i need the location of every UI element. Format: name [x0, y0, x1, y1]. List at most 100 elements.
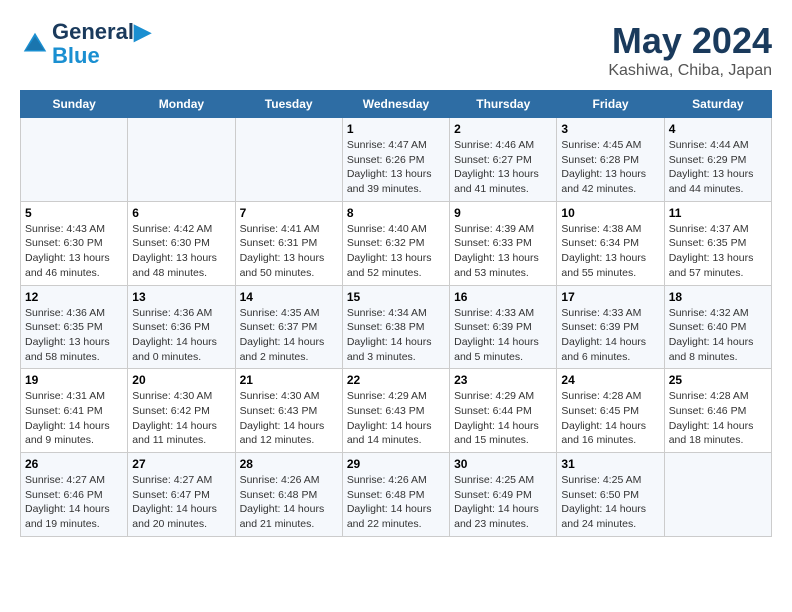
day-info: Sunrise: 4:34 AMSunset: 6:38 PMDaylight:…	[347, 306, 445, 365]
calendar-cell: 19 Sunrise: 4:31 AMSunset: 6:41 PMDayligh…	[21, 369, 128, 453]
day-info: Sunrise: 4:31 AMSunset: 6:41 PMDaylight:…	[25, 389, 123, 448]
calendar-week-row: 12 Sunrise: 4:36 AMSunset: 6:35 PMDayligh…	[21, 285, 772, 369]
day-number: 28	[240, 457, 338, 471]
calendar-cell: 8 Sunrise: 4:40 AMSunset: 6:32 PMDaylight…	[342, 201, 449, 285]
calendar-cell: 7 Sunrise: 4:41 AMSunset: 6:31 PMDaylight…	[235, 201, 342, 285]
day-info: Sunrise: 4:25 AMSunset: 6:50 PMDaylight:…	[561, 473, 659, 532]
calendar-cell: 12 Sunrise: 4:36 AMSunset: 6:35 PMDayligh…	[21, 285, 128, 369]
day-number: 26	[25, 457, 123, 471]
day-info: Sunrise: 4:33 AMSunset: 6:39 PMDaylight:…	[561, 306, 659, 365]
page-header: General▶ Blue May 2024 Kashiwa, Chiba, J…	[20, 20, 772, 80]
calendar-cell: 27 Sunrise: 4:27 AMSunset: 6:47 PMDayligh…	[128, 453, 235, 537]
day-info: Sunrise: 4:36 AMSunset: 6:35 PMDaylight:…	[25, 306, 123, 365]
calendar-cell: 5 Sunrise: 4:43 AMSunset: 6:30 PMDaylight…	[21, 201, 128, 285]
day-info: Sunrise: 4:26 AMSunset: 6:48 PMDaylight:…	[240, 473, 338, 532]
day-number: 17	[561, 290, 659, 304]
day-number: 14	[240, 290, 338, 304]
weekday-header: Friday	[557, 91, 664, 118]
day-info: Sunrise: 4:33 AMSunset: 6:39 PMDaylight:…	[454, 306, 552, 365]
day-number: 20	[132, 373, 230, 387]
calendar-cell: 31Sunrise: 4:25 AMSunset: 6:50 PMDayligh…	[557, 453, 664, 537]
day-number: 9	[454, 206, 552, 220]
calendar-cell: 13 Sunrise: 4:36 AMSunset: 6:36 PMDayligh…	[128, 285, 235, 369]
weekday-header: Saturday	[664, 91, 771, 118]
weekday-header: Thursday	[450, 91, 557, 118]
calendar-cell: 6 Sunrise: 4:42 AMSunset: 6:30 PMDaylight…	[128, 201, 235, 285]
day-number: 29	[347, 457, 445, 471]
day-number: 21	[240, 373, 338, 387]
calendar-cell: 18 Sunrise: 4:32 AMSunset: 6:40 PMDayligh…	[664, 285, 771, 369]
calendar-header: SundayMondayTuesdayWednesdayThursdayFrid…	[21, 91, 772, 118]
calendar-week-row: 1 Sunrise: 4:47 AMSunset: 6:26 PMDaylight…	[21, 118, 772, 202]
calendar-cell: 1 Sunrise: 4:47 AMSunset: 6:26 PMDaylight…	[342, 118, 449, 202]
weekday-header: Sunday	[21, 91, 128, 118]
day-number: 27	[132, 457, 230, 471]
day-info: Sunrise: 4:39 AMSunset: 6:33 PMDaylight:…	[454, 222, 552, 281]
calendar-table: SundayMondayTuesdayWednesdayThursdayFrid…	[20, 90, 772, 537]
day-number: 19	[25, 373, 123, 387]
calendar-cell: 3 Sunrise: 4:45 AMSunset: 6:28 PMDaylight…	[557, 118, 664, 202]
day-info: Sunrise: 4:47 AMSunset: 6:26 PMDaylight:…	[347, 138, 445, 197]
calendar-cell: 29 Sunrise: 4:26 AMSunset: 6:48 PMDayligh…	[342, 453, 449, 537]
day-info: Sunrise: 4:32 AMSunset: 6:40 PMDaylight:…	[669, 306, 767, 365]
day-info: Sunrise: 4:27 AMSunset: 6:46 PMDaylight:…	[25, 473, 123, 532]
weekday-header: Tuesday	[235, 91, 342, 118]
day-number: 13	[132, 290, 230, 304]
calendar-week-row: 26 Sunrise: 4:27 AMSunset: 6:46 PMDayligh…	[21, 453, 772, 537]
logo-text: General▶ Blue	[52, 20, 151, 68]
day-info: Sunrise: 4:40 AMSunset: 6:32 PMDaylight:…	[347, 222, 445, 281]
weekday-header: Wednesday	[342, 91, 449, 118]
day-number: 23	[454, 373, 552, 387]
header-row: SundayMondayTuesdayWednesdayThursdayFrid…	[21, 91, 772, 118]
month-title: May 2024	[608, 20, 772, 62]
day-number: 3	[561, 122, 659, 136]
day-info: Sunrise: 4:37 AMSunset: 6:35 PMDaylight:…	[669, 222, 767, 281]
day-number: 5	[25, 206, 123, 220]
day-number: 4	[669, 122, 767, 136]
calendar-cell: 22Sunrise: 4:29 AMSunset: 6:43 PMDayligh…	[342, 369, 449, 453]
weekday-header: Monday	[128, 91, 235, 118]
day-info: Sunrise: 4:26 AMSunset: 6:48 PMDaylight:…	[347, 473, 445, 532]
day-info: Sunrise: 4:28 AMSunset: 6:45 PMDaylight:…	[561, 389, 659, 448]
calendar-body: 1 Sunrise: 4:47 AMSunset: 6:26 PMDaylight…	[21, 118, 772, 537]
day-info: Sunrise: 4:27 AMSunset: 6:47 PMDaylight:…	[132, 473, 230, 532]
day-info: Sunrise: 4:41 AMSunset: 6:31 PMDaylight:…	[240, 222, 338, 281]
day-info: Sunrise: 4:36 AMSunset: 6:36 PMDaylight:…	[132, 306, 230, 365]
day-number: 6	[132, 206, 230, 220]
logo: General▶ Blue	[20, 20, 151, 68]
day-info: Sunrise: 4:38 AMSunset: 6:34 PMDaylight:…	[561, 222, 659, 281]
day-info: Sunrise: 4:28 AMSunset: 6:46 PMDaylight:…	[669, 389, 767, 448]
calendar-cell	[235, 118, 342, 202]
day-number: 2	[454, 122, 552, 136]
calendar-cell	[664, 453, 771, 537]
day-number: 7	[240, 206, 338, 220]
calendar-cell: 17 Sunrise: 4:33 AMSunset: 6:39 PMDayligh…	[557, 285, 664, 369]
title-block: May 2024 Kashiwa, Chiba, Japan	[608, 20, 772, 80]
calendar-cell: 21 Sunrise: 4:30 AMSunset: 6:43 PMDayligh…	[235, 369, 342, 453]
calendar-cell: 11Sunrise: 4:37 AMSunset: 6:35 PMDayligh…	[664, 201, 771, 285]
day-number: 16	[454, 290, 552, 304]
day-number: 30	[454, 457, 552, 471]
calendar-cell: 24 Sunrise: 4:28 AMSunset: 6:45 PMDayligh…	[557, 369, 664, 453]
day-info: Sunrise: 4:35 AMSunset: 6:37 PMDaylight:…	[240, 306, 338, 365]
calendar-cell: 9 Sunrise: 4:39 AMSunset: 6:33 PMDaylight…	[450, 201, 557, 285]
day-info: Sunrise: 4:42 AMSunset: 6:30 PMDaylight:…	[132, 222, 230, 281]
day-number: 12	[25, 290, 123, 304]
calendar-cell: 10 Sunrise: 4:38 AMSunset: 6:34 PMDayligh…	[557, 201, 664, 285]
calendar-cell: 30Sunrise: 4:25 AMSunset: 6:49 PMDayligh…	[450, 453, 557, 537]
calendar-cell: 25Sunrise: 4:28 AMSunset: 6:46 PMDayligh…	[664, 369, 771, 453]
day-number: 10	[561, 206, 659, 220]
day-info: Sunrise: 4:29 AMSunset: 6:44 PMDaylight:…	[454, 389, 552, 448]
day-number: 1	[347, 122, 445, 136]
calendar-cell	[21, 118, 128, 202]
day-number: 15	[347, 290, 445, 304]
day-number: 8	[347, 206, 445, 220]
day-number: 18	[669, 290, 767, 304]
day-info: Sunrise: 4:45 AMSunset: 6:28 PMDaylight:…	[561, 138, 659, 197]
calendar-week-row: 19 Sunrise: 4:31 AMSunset: 6:41 PMDayligh…	[21, 369, 772, 453]
logo-icon	[20, 29, 50, 59]
day-info: Sunrise: 4:43 AMSunset: 6:30 PMDaylight:…	[25, 222, 123, 281]
day-info: Sunrise: 4:30 AMSunset: 6:43 PMDaylight:…	[240, 389, 338, 448]
day-info: Sunrise: 4:30 AMSunset: 6:42 PMDaylight:…	[132, 389, 230, 448]
day-number: 24	[561, 373, 659, 387]
